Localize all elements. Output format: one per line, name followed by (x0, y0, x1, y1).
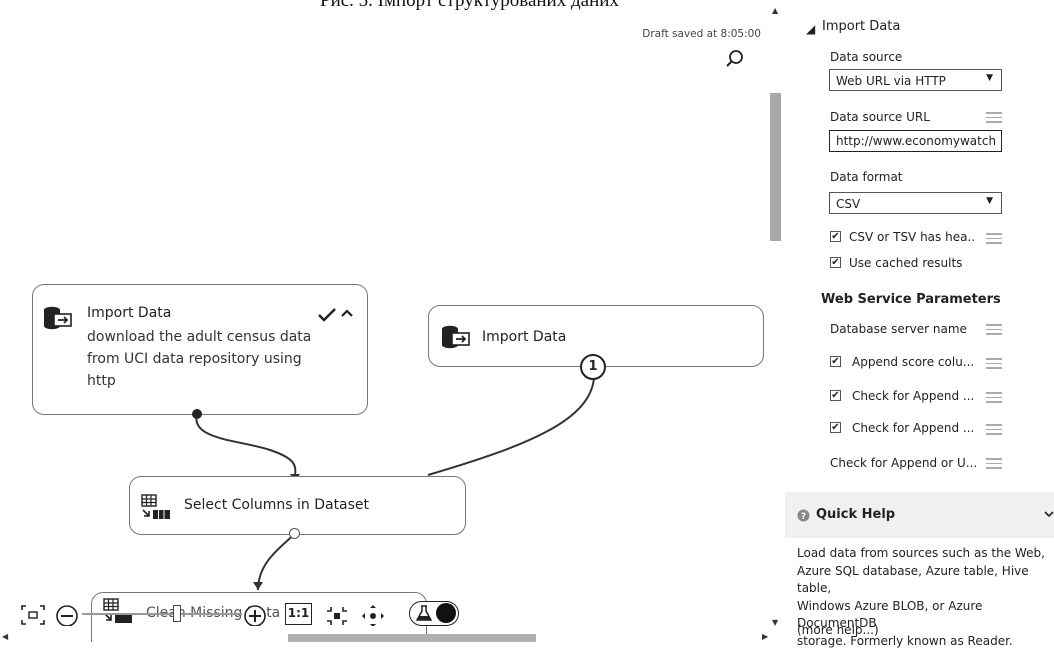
vertical-scrollbar-thumb[interactable] (770, 93, 781, 241)
experiment-canvas[interactable]: Draft saved at 8:05:00 Import Data downl… (0, 0, 785, 642)
svg-text:?: ? (801, 512, 806, 522)
check-append-update-label: Check for Append or U... (830, 456, 978, 470)
output-port-badge[interactable]: 1 (580, 354, 606, 380)
chevron-down-icon[interactable] (1044, 509, 1054, 519)
dropdown-value: CSV (836, 197, 861, 211)
dropdown-caret-icon: ▼ (986, 196, 993, 206)
module-title: Select Columns in Dataset (184, 497, 370, 513)
module-title: Import Data (482, 329, 567, 345)
flask-icon (416, 605, 432, 621)
fit-to-screen-icon[interactable] (20, 604, 46, 626)
check-append-label-1: Check for Append ... (852, 389, 975, 403)
module-description: download the adult census data from UCI … (87, 329, 312, 389)
module-select-columns[interactable]: Select Columns in Dataset (129, 476, 466, 535)
output-port[interactable] (289, 528, 300, 539)
data-source-url-input[interactable]: http://www.economywatch (829, 130, 1002, 152)
parameter-menu-icon[interactable] (986, 112, 1002, 123)
zoom-slider-track[interactable] (82, 613, 242, 615)
parameter-menu-icon[interactable] (986, 233, 1002, 244)
actual-size-button[interactable]: 1:1 (285, 603, 312, 625)
append-score-label: Append score colu... (852, 355, 975, 369)
scroll-right-arrow[interactable]: ▶ (762, 632, 768, 641)
data-format-label: Data format (830, 170, 903, 184)
pan-icon[interactable] (360, 604, 386, 626)
append-score-checkbox[interactable]: ✔ (830, 356, 841, 367)
dropdown-value: Web URL via HTTP (836, 74, 946, 88)
import-data-icon (44, 306, 72, 330)
panel-header: Import Data (822, 19, 901, 34)
module-title: Import Data (87, 305, 172, 321)
csv-header-label: CSV or TSV has hea.. (849, 230, 976, 244)
dropdown-caret-icon: ▼ (986, 73, 993, 83)
use-cached-results-checkbox[interactable]: ✔ (830, 257, 841, 268)
checkmark-icon (318, 308, 336, 322)
csv-header-checkbox[interactable]: ✔ (830, 231, 841, 242)
zoom-in-icon[interactable] (243, 604, 267, 626)
zoom-out-icon[interactable] (55, 604, 79, 626)
scroll-up-arrow[interactable]: ▲ (772, 6, 778, 15)
data-source-dropdown[interactable]: Web URL via HTTP ▼ (829, 69, 1002, 91)
help-icon: ? (797, 509, 810, 522)
toggle-switch[interactable] (409, 601, 459, 626)
check-append-checkbox-1[interactable]: ✔ (830, 390, 841, 401)
clean-data-icon (103, 598, 132, 623)
parameter-menu-icon[interactable] (986, 324, 1002, 335)
parameter-menu-icon[interactable] (986, 392, 1002, 403)
parameter-menu-icon[interactable] (986, 458, 1002, 469)
horizontal-scrollbar-thumb[interactable] (288, 634, 536, 642)
database-server-name-label: Database server name (830, 322, 967, 336)
zoom-slider-handle[interactable] (173, 605, 181, 622)
data-source-url-label: Data source URL (830, 110, 930, 124)
scroll-left-arrow[interactable]: ◀ (2, 632, 8, 641)
center-icon[interactable] (325, 604, 349, 626)
collapse-arrow-icon[interactable]: ◢ (806, 22, 815, 36)
check-append-label-2: Check for Append ... (852, 421, 975, 435)
module-import-data-1[interactable]: Import Data download the adult census da… (32, 284, 368, 415)
output-port[interactable] (192, 409, 202, 419)
data-source-label: Data source (830, 50, 903, 64)
more-help-link[interactable]: (more help...) (797, 623, 879, 637)
use-cached-results-label: Use cached results (849, 256, 963, 270)
import-data-icon (442, 325, 470, 349)
scroll-down-arrow[interactable]: ▼ (772, 618, 778, 627)
quick-help-title: Quick Help (816, 507, 896, 522)
toggle-knob (436, 603, 456, 623)
data-format-dropdown[interactable]: CSV ▼ (829, 192, 1002, 214)
check-append-checkbox-2[interactable]: ✔ (830, 422, 841, 433)
select-columns-icon (141, 494, 170, 519)
collapse-chevron-icon[interactable] (340, 307, 354, 321)
parameter-menu-icon[interactable] (986, 424, 1002, 435)
parameter-menu-icon[interactable] (986, 358, 1002, 369)
web-service-parameters-title: Web Service Parameters (821, 292, 1001, 307)
